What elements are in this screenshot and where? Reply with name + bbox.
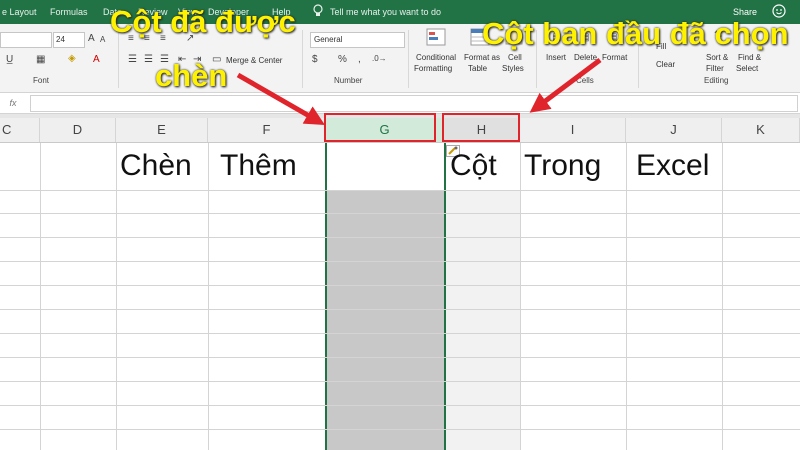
arrow-to-column-g xyxy=(236,72,325,125)
arrow-to-column-h xyxy=(529,58,602,113)
annotation-arrows xyxy=(236,58,602,125)
annotation-inserted-column-line2: chèn xyxy=(155,58,228,93)
annotation-inserted-column-line1: Cột đã được xyxy=(110,4,296,39)
annotation-original-column: Cột ban đầu đã chọn xyxy=(482,16,789,51)
